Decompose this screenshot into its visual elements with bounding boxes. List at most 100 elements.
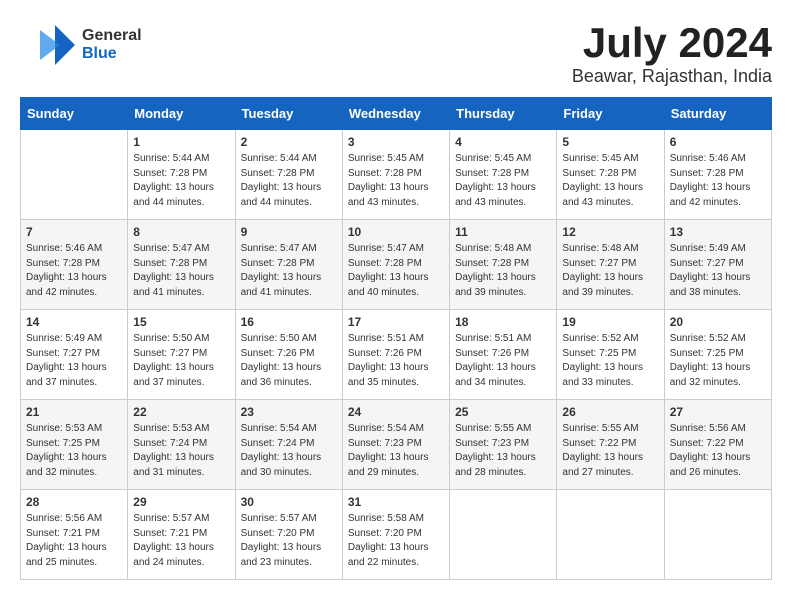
day-number: 18 xyxy=(455,315,551,329)
calendar-week-row: 7 Sunrise: 5:46 AMSunset: 7:28 PMDaylight… xyxy=(21,220,772,310)
day-number: 1 xyxy=(133,135,229,149)
calendar-cell: 2 Sunrise: 5:44 AMSunset: 7:28 PMDaylight… xyxy=(235,130,342,220)
calendar-cell: 19 Sunrise: 5:52 AMSunset: 7:25 PMDayligh… xyxy=(557,310,664,400)
cell-sun-info: Sunrise: 5:45 AMSunset: 7:28 PMDaylight:… xyxy=(348,152,444,210)
header-sunday: Sunday xyxy=(21,98,128,130)
calendar-cell: 18Sunrise: 5:51 AMSunset: 7:26 PMDayligh… xyxy=(450,310,557,400)
cell-sun-info: Sunrise: 5:47 AMSunset: 7:28 PMDaylight:… xyxy=(241,242,337,300)
day-number: 11 xyxy=(455,225,551,239)
calendar-cell: 23 Sunrise: 5:54 AMSunset: 7:24 PMDayligh… xyxy=(235,400,342,490)
calendar-week-row: 28 Sunrise: 5:56 AMSunset: 7:21 PMDayligh… xyxy=(21,490,772,580)
day-number: 16 xyxy=(241,315,337,329)
logo-icon xyxy=(20,20,80,70)
day-number: 24 xyxy=(348,405,444,419)
calendar-cell: 9 Sunrise: 5:47 AMSunset: 7:28 PMDaylight… xyxy=(235,220,342,310)
day-number: 4 xyxy=(455,135,551,149)
cell-sun-info: Sunrise: 5:44 AMSunset: 7:28 PMDaylight:… xyxy=(133,152,229,210)
day-number: 22 xyxy=(133,405,229,419)
cell-sun-info: Sunrise: 5:54 AMSunset: 7:24 PMDaylight:… xyxy=(241,422,337,480)
calendar-cell: 27 Sunrise: 5:56 AMSunset: 7:22 PMDayligh… xyxy=(664,400,771,490)
day-number: 21 xyxy=(26,405,122,419)
cell-sun-info: Sunrise: 5:47 AMSunset: 7:28 PMDaylight:… xyxy=(133,242,229,300)
day-number: 30 xyxy=(241,495,337,509)
day-number: 20 xyxy=(670,315,766,329)
calendar-header-row: SundayMondayTuesdayWednesdayThursdayFrid… xyxy=(21,98,772,130)
day-number: 17 xyxy=(348,315,444,329)
calendar-cell: 24 Sunrise: 5:54 AMSunset: 7:23 PMDayligh… xyxy=(342,400,449,490)
day-number: 29 xyxy=(133,495,229,509)
day-number: 5 xyxy=(562,135,658,149)
day-number: 14 xyxy=(26,315,122,329)
cell-sun-info: Sunrise: 5:53 AMSunset: 7:24 PMDaylight:… xyxy=(133,422,229,480)
calendar-cell: 25 Sunrise: 5:55 AMSunset: 7:23 PMDayligh… xyxy=(450,400,557,490)
logo-general-text: General xyxy=(82,27,142,45)
logo-blue-text: Blue xyxy=(82,45,142,63)
day-number: 7 xyxy=(26,225,122,239)
cell-sun-info: Sunrise: 5:57 AMSunset: 7:20 PMDaylight:… xyxy=(241,512,337,570)
cell-sun-info: Sunrise: 5:56 AMSunset: 7:21 PMDaylight:… xyxy=(26,512,122,570)
cell-sun-info: Sunrise: 5:50 AMSunset: 7:26 PMDaylight:… xyxy=(241,332,337,390)
calendar-cell: 5 Sunrise: 5:45 AMSunset: 7:28 PMDaylight… xyxy=(557,130,664,220)
day-number: 23 xyxy=(241,405,337,419)
cell-sun-info: Sunrise: 5:52 AMSunset: 7:25 PMDaylight:… xyxy=(670,332,766,390)
cell-sun-info: Sunrise: 5:58 AMSunset: 7:20 PMDaylight:… xyxy=(348,512,444,570)
day-number: 9 xyxy=(241,225,337,239)
calendar-cell: 14 Sunrise: 5:49 AMSunset: 7:27 PMDayligh… xyxy=(21,310,128,400)
calendar-cell: 17Sunrise: 5:51 AMSunset: 7:26 PMDayligh… xyxy=(342,310,449,400)
month-year-title: July 2024 xyxy=(572,20,772,66)
logo: General Blue xyxy=(20,20,142,70)
cell-sun-info: Sunrise: 5:56 AMSunset: 7:22 PMDaylight:… xyxy=(670,422,766,480)
day-number: 25 xyxy=(455,405,551,419)
day-number: 15 xyxy=(133,315,229,329)
cell-sun-info: Sunrise: 5:49 AMSunset: 7:27 PMDaylight:… xyxy=(670,242,766,300)
cell-sun-info: Sunrise: 5:45 AMSunset: 7:28 PMDaylight:… xyxy=(562,152,658,210)
calendar-cell xyxy=(450,490,557,580)
calendar-cell: 30 Sunrise: 5:57 AMSunset: 7:20 PMDayligh… xyxy=(235,490,342,580)
cell-sun-info: Sunrise: 5:46 AMSunset: 7:28 PMDaylight:… xyxy=(26,242,122,300)
calendar-cell: 10 Sunrise: 5:47 AMSunset: 7:28 PMDayligh… xyxy=(342,220,449,310)
cell-sun-info: Sunrise: 5:53 AMSunset: 7:25 PMDaylight:… xyxy=(26,422,122,480)
header-wednesday: Wednesday xyxy=(342,98,449,130)
calendar-cell: 4Sunrise: 5:45 AMSunset: 7:28 PMDaylight… xyxy=(450,130,557,220)
calendar-week-row: 14 Sunrise: 5:49 AMSunset: 7:27 PMDayligh… xyxy=(21,310,772,400)
cell-sun-info: Sunrise: 5:57 AMSunset: 7:21 PMDaylight:… xyxy=(133,512,229,570)
calendar-week-row: 21 Sunrise: 5:53 AMSunset: 7:25 PMDayligh… xyxy=(21,400,772,490)
cell-sun-info: Sunrise: 5:55 AMSunset: 7:23 PMDaylight:… xyxy=(455,422,551,480)
calendar-cell: 26Sunrise: 5:55 AMSunset: 7:22 PMDayligh… xyxy=(557,400,664,490)
header-monday: Monday xyxy=(128,98,235,130)
day-number: 13 xyxy=(670,225,766,239)
calendar-cell: 28 Sunrise: 5:56 AMSunset: 7:21 PMDayligh… xyxy=(21,490,128,580)
cell-sun-info: Sunrise: 5:54 AMSunset: 7:23 PMDaylight:… xyxy=(348,422,444,480)
calendar-cell: 11 Sunrise: 5:48 AMSunset: 7:28 PMDayligh… xyxy=(450,220,557,310)
calendar-week-row: 1 Sunrise: 5:44 AMSunset: 7:28 PMDaylight… xyxy=(21,130,772,220)
calendar-cell: 1 Sunrise: 5:44 AMSunset: 7:28 PMDaylight… xyxy=(128,130,235,220)
calendar-cell: 16 Sunrise: 5:50 AMSunset: 7:26 PMDayligh… xyxy=(235,310,342,400)
day-number: 2 xyxy=(241,135,337,149)
header-tuesday: Tuesday xyxy=(235,98,342,130)
cell-sun-info: Sunrise: 5:52 AMSunset: 7:25 PMDaylight:… xyxy=(562,332,658,390)
day-number: 26 xyxy=(562,405,658,419)
calendar-cell: 12Sunrise: 5:48 AMSunset: 7:27 PMDayligh… xyxy=(557,220,664,310)
day-number: 31 xyxy=(348,495,444,509)
title-block: July 2024 Beawar, Rajasthan, India xyxy=(572,20,772,87)
day-number: 8 xyxy=(133,225,229,239)
day-number: 28 xyxy=(26,495,122,509)
day-number: 27 xyxy=(670,405,766,419)
day-number: 6 xyxy=(670,135,766,149)
calendar-cell xyxy=(664,490,771,580)
calendar-cell: 15Sunrise: 5:50 AMSunset: 7:27 PMDayligh… xyxy=(128,310,235,400)
calendar-table: SundayMondayTuesdayWednesdayThursdayFrid… xyxy=(20,97,772,580)
cell-sun-info: Sunrise: 5:49 AMSunset: 7:27 PMDaylight:… xyxy=(26,332,122,390)
calendar-cell: 13 Sunrise: 5:49 AMSunset: 7:27 PMDayligh… xyxy=(664,220,771,310)
cell-sun-info: Sunrise: 5:44 AMSunset: 7:28 PMDaylight:… xyxy=(241,152,337,210)
calendar-cell: 21 Sunrise: 5:53 AMSunset: 7:25 PMDayligh… xyxy=(21,400,128,490)
day-number: 19 xyxy=(562,315,658,329)
calendar-cell: 7 Sunrise: 5:46 AMSunset: 7:28 PMDaylight… xyxy=(21,220,128,310)
calendar-cell: 3Sunrise: 5:45 AMSunset: 7:28 PMDaylight… xyxy=(342,130,449,220)
calendar-cell: 29 Sunrise: 5:57 AMSunset: 7:21 PMDayligh… xyxy=(128,490,235,580)
day-number: 10 xyxy=(348,225,444,239)
cell-sun-info: Sunrise: 5:46 AMSunset: 7:28 PMDaylight:… xyxy=(670,152,766,210)
cell-sun-info: Sunrise: 5:47 AMSunset: 7:28 PMDaylight:… xyxy=(348,242,444,300)
cell-sun-info: Sunrise: 5:48 AMSunset: 7:28 PMDaylight:… xyxy=(455,242,551,300)
calendar-cell xyxy=(21,130,128,220)
